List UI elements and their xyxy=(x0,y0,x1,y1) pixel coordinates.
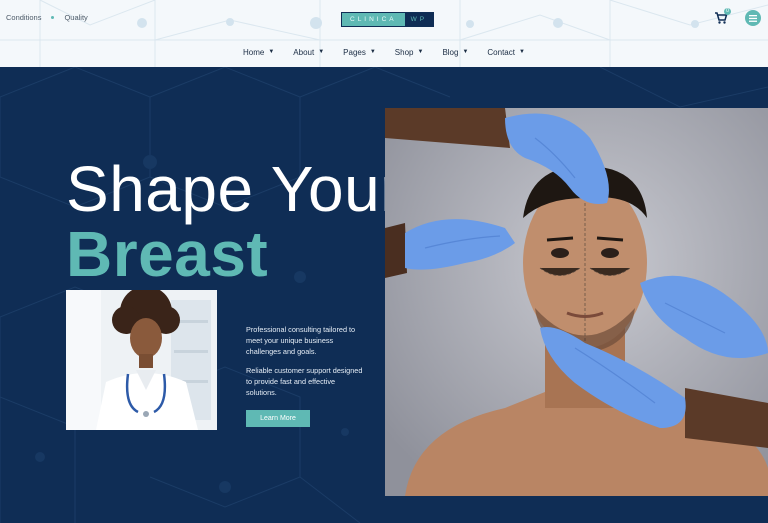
cart-count-badge: 0 xyxy=(724,8,731,15)
nav-label: About xyxy=(293,48,315,57)
nav-label: Home xyxy=(243,48,265,57)
doctor-photo xyxy=(66,290,217,430)
chevron-down-icon: ▼ xyxy=(268,48,275,55)
nav-item-blog[interactable]: Blog ▼ xyxy=(442,48,468,57)
separator-dot xyxy=(51,16,55,19)
nav-label: Shop xyxy=(394,48,414,57)
chevron-down-icon: ▼ xyxy=(417,48,424,55)
nav-item-about[interactable]: About ▼ xyxy=(293,48,324,57)
hero-title-line1: Shape Your xyxy=(66,153,402,225)
chevron-down-icon: ▼ xyxy=(318,48,325,55)
topbar-conditions-link[interactable]: Conditions xyxy=(6,13,41,22)
menu-icon xyxy=(749,14,757,22)
logo-part2: WP xyxy=(404,13,434,26)
hero-description: Professional consulting tailored to meet… xyxy=(246,324,366,406)
hero-section: Shape Your Breast Professional consultin… xyxy=(0,67,768,523)
nav-item-home[interactable]: Home ▼ xyxy=(243,48,274,57)
learn-more-button[interactable]: Learn More xyxy=(246,410,310,427)
nav-label: Blog xyxy=(442,48,459,57)
chevron-down-icon: ▼ xyxy=(518,48,525,55)
nav-item-contact[interactable]: Contact ▼ xyxy=(487,48,525,57)
hero-paragraph-2: Reliable customer support designed to pr… xyxy=(246,366,363,397)
main-nav: Home ▼ About ▼ Pages ▼ Shop ▼ Blog ▼ Contact ▼ xyxy=(243,48,525,57)
topbar-links: Conditions Quality xyxy=(6,13,88,22)
site-header: Conditions Quality CLINICA WP 0 Home ▼ Ab… xyxy=(0,0,768,67)
nav-item-pages[interactable]: Pages ▼ xyxy=(343,48,376,57)
hero-title-line2: Breast xyxy=(66,218,269,290)
site-logo[interactable]: CLINICA WP xyxy=(341,12,435,27)
hero-photo xyxy=(385,108,768,496)
nav-label: Pages xyxy=(343,48,366,57)
menu-button[interactable] xyxy=(745,10,761,26)
chevron-down-icon: ▼ xyxy=(462,48,469,55)
hero-paragraph-1: Professional consulting tailored to meet… xyxy=(246,325,356,356)
logo-part1: CLINICA xyxy=(342,13,405,26)
nav-label: Contact xyxy=(487,48,515,57)
topbar-quality-link[interactable]: Quality xyxy=(64,13,87,22)
nav-item-shop[interactable]: Shop ▼ xyxy=(395,48,424,57)
chevron-down-icon: ▼ xyxy=(369,48,376,55)
